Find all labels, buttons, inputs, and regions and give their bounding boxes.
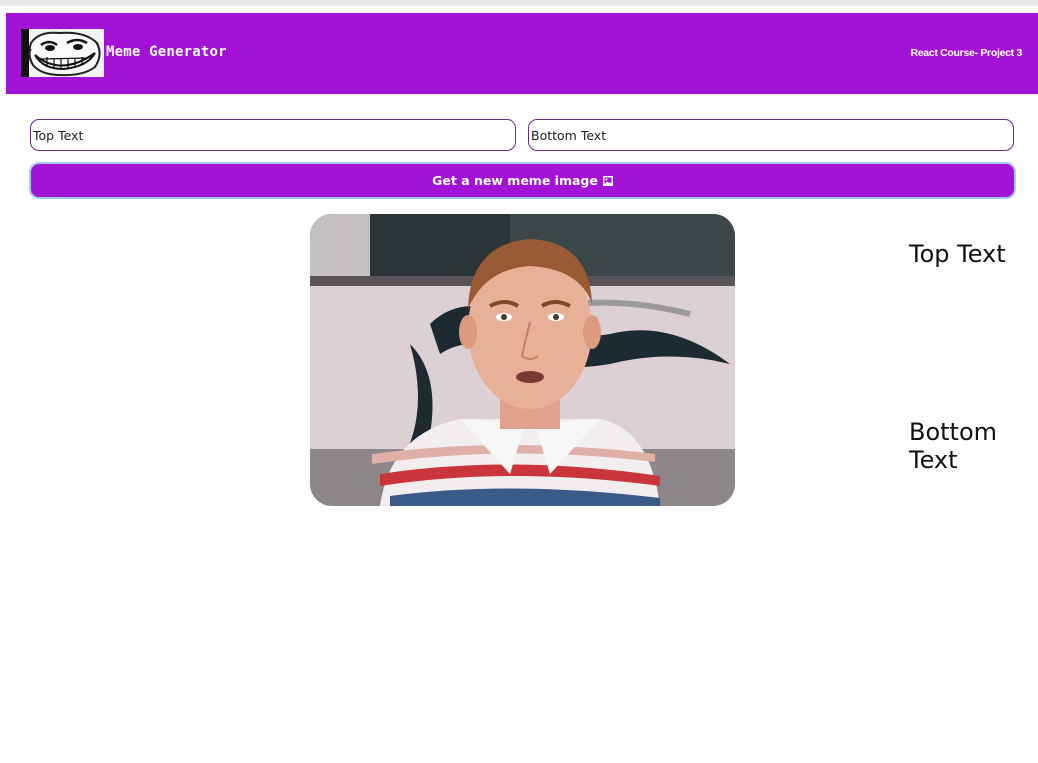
meme-image xyxy=(310,214,735,506)
bottom-text-input[interactable] xyxy=(528,119,1014,151)
app-title: Meme Generator xyxy=(106,44,227,60)
meme-bottom-text: Bottom Text xyxy=(909,418,998,474)
troll-face-icon xyxy=(21,29,104,77)
course-label: React Course- Project 3 xyxy=(910,47,1022,59)
get-new-meme-button-label: Get a new meme image xyxy=(432,173,598,188)
picture-icon xyxy=(602,165,613,186)
get-new-meme-button[interactable]: Get a new meme image xyxy=(29,162,1016,199)
top-text-input[interactable] xyxy=(30,119,516,151)
browser-top-strip xyxy=(0,0,1038,6)
meme-top-text: Top Text xyxy=(909,240,1006,268)
app-header: Meme Generator React Course- Project 3 xyxy=(6,13,1038,94)
